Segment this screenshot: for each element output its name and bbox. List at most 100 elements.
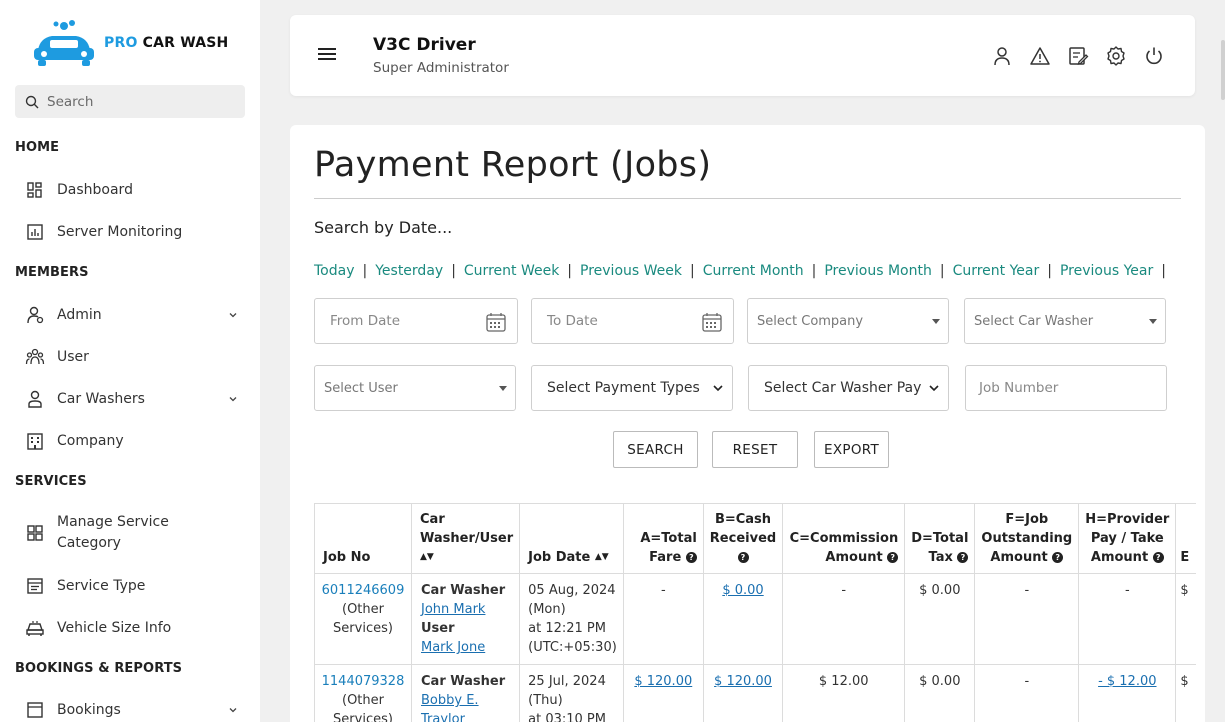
page-scrollbar[interactable]	[1221, 40, 1225, 100]
link-current-year[interactable]: Current Year	[953, 263, 1040, 279]
sidebar-item-manage-service-category[interactable]: Manage Service Category	[15, 512, 245, 554]
help-icon[interactable]: ?	[685, 552, 697, 563]
sidebar-item-car-washers[interactable]: Car Washers	[15, 389, 245, 409]
top-header: V3C Driver Super Administrator	[290, 15, 1195, 96]
divider: |	[939, 263, 945, 279]
link-previous-year[interactable]: Previous Year	[1060, 263, 1153, 279]
washer-link[interactable]: John Mark	[421, 602, 485, 617]
help-icon[interactable]: ?	[1052, 552, 1064, 563]
divider: |	[567, 263, 573, 279]
sidebar-item-label: Vehicle Size Info	[57, 620, 172, 636]
cell-commission: $ 12.00	[782, 664, 906, 722]
job-time: at 12:21 PM	[528, 621, 606, 636]
washer-link[interactable]: Bobby E. Traylor	[421, 693, 479, 722]
sidebar-item-user[interactable]: User	[15, 347, 245, 367]
profile-icon[interactable]	[991, 45, 1013, 67]
sidebar: PRO CAR WASH HOME Dashboard Server Monit…	[0, 0, 260, 722]
job-number-input[interactable]: Job Number	[965, 365, 1167, 411]
search-input[interactable]	[47, 93, 227, 110]
reset-button[interactable]: RESET	[712, 431, 798, 468]
sidebar-item-bookings[interactable]: Bookings	[15, 700, 245, 720]
col-provider-pay: H=Provider Pay / Take Amount ?	[1078, 503, 1177, 574]
chevron-down-icon	[929, 385, 939, 392]
provider-pay-link[interactable]: - $ 12.00	[1098, 674, 1156, 689]
sort-icon[interactable]: ▲▼	[420, 552, 434, 562]
job-time: at 03:10 PM	[528, 712, 606, 722]
col-label: E	[1180, 550, 1190, 565]
select-user-value: Select User	[324, 380, 398, 396]
select-payment-types[interactable]: Select Payment Types	[531, 365, 733, 411]
chevron-down-icon	[229, 708, 237, 713]
power-icon[interactable]	[1143, 45, 1165, 67]
calendar-icon[interactable]	[485, 311, 507, 333]
help-icon[interactable]: ?	[887, 552, 899, 563]
total-fare-link[interactable]: $ 120.00	[634, 674, 692, 689]
select-car-washer-pay[interactable]: Select Car Washer Pay	[748, 365, 949, 411]
brand-logo[interactable]: PRO CAR WASH	[30, 18, 228, 68]
user-label: User	[421, 621, 455, 636]
export-button[interactable]: EXPORT	[814, 431, 889, 468]
col-label: A=Total	[640, 531, 697, 546]
search-by-date-label: Search by Date...	[314, 218, 453, 237]
help-icon[interactable]: ?	[737, 552, 749, 563]
cash-received-link[interactable]: $ 120.00	[714, 674, 772, 689]
link-previous-month[interactable]: Previous Month	[824, 263, 932, 279]
link-previous-week[interactable]: Previous Week	[580, 263, 682, 279]
menu-icon[interactable]	[318, 48, 336, 62]
cell-provider-pay: -	[1078, 573, 1177, 665]
sidebar-item-service-type[interactable]: Service Type	[15, 576, 245, 596]
select-company[interactable]: Select Company	[747, 298, 949, 344]
cash-received-link[interactable]: $ 0.00	[722, 583, 763, 598]
sidebar-item-dashboard[interactable]: Dashboard	[15, 180, 245, 200]
user-link[interactable]: Mark Jone	[421, 640, 485, 655]
divider: |	[811, 263, 817, 279]
settings-icon[interactable]	[1105, 45, 1127, 67]
washer-name-line: Bobby E.	[421, 693, 479, 708]
from-date-input[interactable]: From Date	[314, 298, 518, 344]
edit-note-icon[interactable]	[1067, 45, 1089, 67]
report-card: Payment Report (Jobs) Search by Date... …	[290, 125, 1205, 722]
cell-total-tax: $ 0.00	[904, 664, 976, 722]
calendar-icon[interactable]	[701, 311, 723, 333]
sidebar-item-company[interactable]: Company	[15, 431, 245, 451]
col-label: Job No	[323, 550, 371, 565]
col-job-date[interactable]: Job Date ▲▼	[519, 503, 624, 574]
select-company-value: Select Company	[757, 313, 864, 329]
help-icon[interactable]: ?	[1152, 552, 1164, 563]
dashboard-icon	[27, 182, 42, 198]
job-type: Services)	[333, 712, 393, 722]
users-icon	[25, 348, 45, 365]
cell-job-date: 05 Aug, 2024 (Mon) at 12:21 PM (UTC:+05:30)	[519, 573, 624, 665]
link-current-week[interactable]: Current Week	[464, 263, 559, 279]
page-title: Payment Report (Jobs)	[314, 145, 712, 185]
col-outstanding: F=Job Outstanding Amount ?	[974, 503, 1080, 574]
select-user[interactable]: Select User	[314, 365, 516, 411]
sidebar-item-label: Server Monitoring	[57, 224, 183, 240]
col-washer-user[interactable]: Car Washer/User ▲▼	[410, 503, 521, 574]
col-job-no[interactable]: Job No	[314, 503, 412, 574]
sidebar-item-label: Car Washers	[57, 391, 145, 407]
sidebar-item-server-monitoring[interactable]: Server Monitoring	[15, 222, 245, 242]
to-date-input[interactable]: To Date	[531, 298, 734, 344]
link-today[interactable]: Today	[314, 263, 355, 279]
cell-outstanding: -	[974, 664, 1080, 722]
table-row: 1144079328 (Other Services) Car Washer Bobb…	[314, 664, 1196, 722]
col-label: Fare	[649, 550, 682, 565]
sidebar-item-vehicle-size-info[interactable]: Vehicle Size Info	[15, 618, 245, 638]
job-type: Services)	[333, 621, 393, 636]
sort-icon[interactable]: ▲▼	[595, 552, 609, 562]
job-type: (Other	[342, 693, 384, 708]
sidebar-item-admin[interactable]: Admin	[15, 305, 245, 325]
link-yesterday[interactable]: Yesterday	[375, 263, 443, 279]
job-number-link[interactable]: 6011246609	[322, 583, 405, 598]
link-current-month[interactable]: Current Month	[703, 263, 804, 279]
help-icon[interactable]: ?	[957, 552, 969, 563]
brand-name: CAR WASH	[142, 35, 229, 51]
caret-down-icon	[1149, 319, 1157, 324]
warning-icon[interactable]	[1029, 45, 1051, 67]
grid-icon	[27, 525, 43, 541]
sidebar-item-label: Manage Service Category	[57, 512, 169, 554]
job-number-link[interactable]: 1144079328	[322, 674, 405, 689]
select-car-washer[interactable]: Select Car Washer	[964, 298, 1166, 344]
search-button[interactable]: SEARCH	[613, 431, 698, 468]
